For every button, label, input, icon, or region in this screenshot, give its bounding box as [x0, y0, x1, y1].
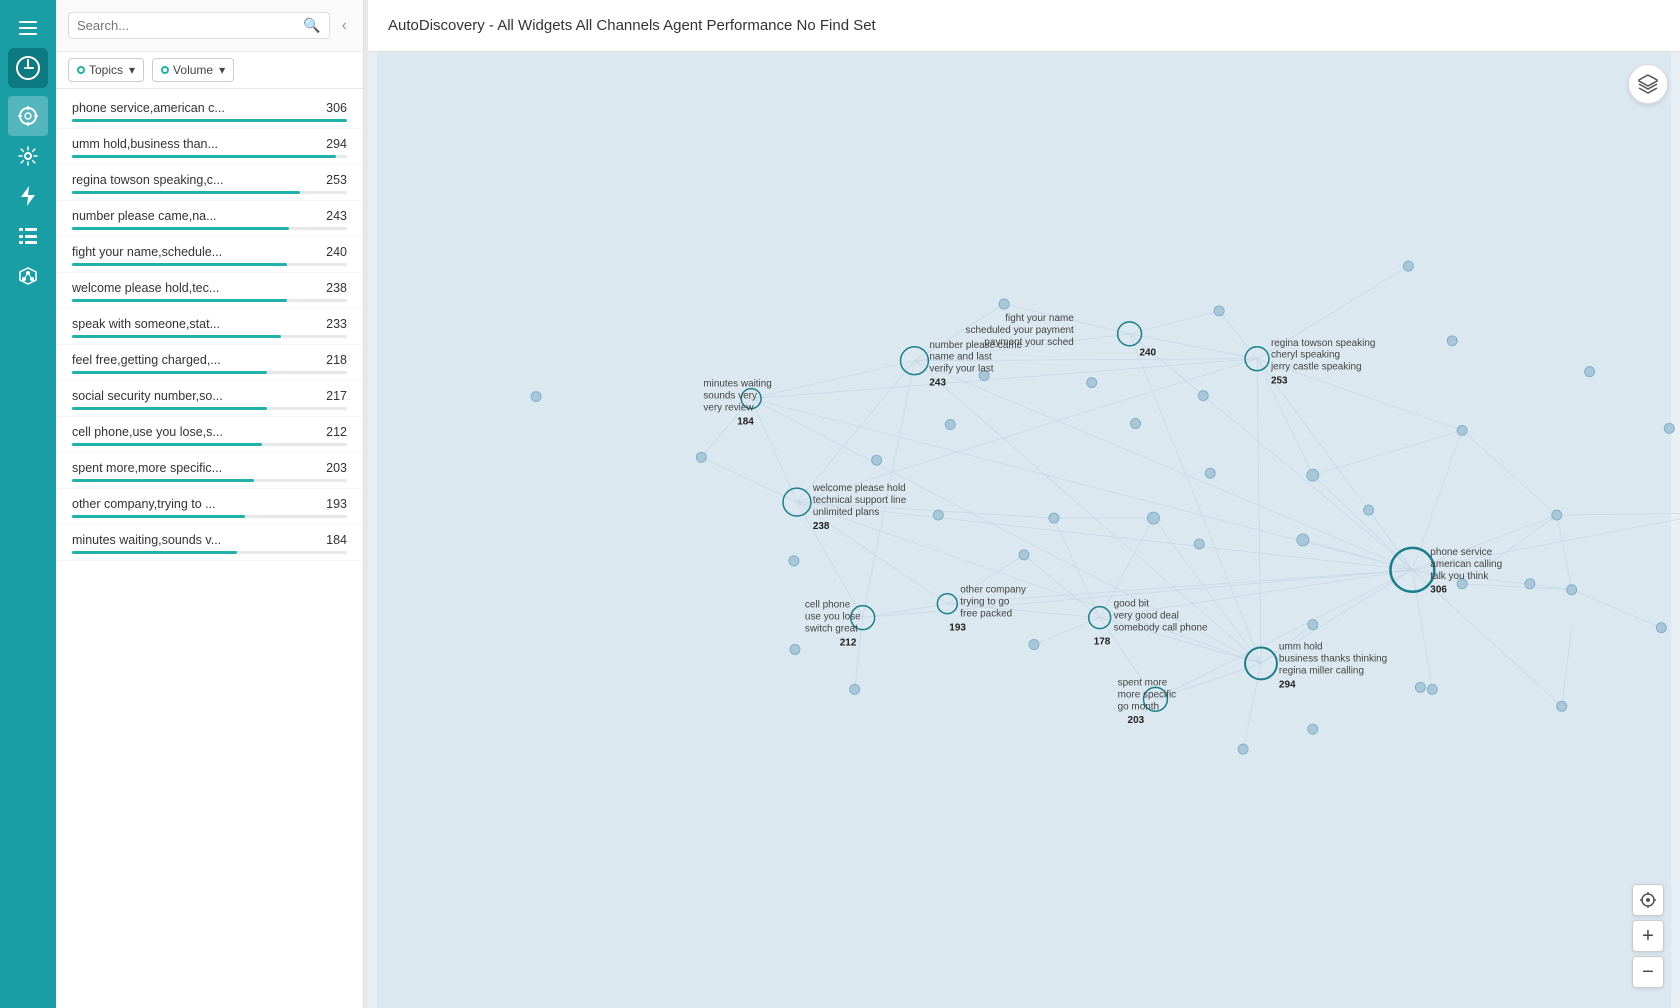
- topic-count: 203: [317, 461, 347, 475]
- topic-count: 233: [317, 317, 347, 331]
- topic-list-item[interactable]: cell phone,use you lose,s... 212: [56, 417, 363, 453]
- topic-bar: [72, 443, 262, 446]
- topic-list-item[interactable]: welcome please hold,tec... 238: [56, 273, 363, 309]
- filter-row: Topics ▾ Volume ▾: [56, 52, 363, 89]
- search-wrap[interactable]: 🔍: [68, 12, 330, 39]
- topic-list-item[interactable]: minutes waiting,sounds v... 184: [56, 525, 363, 561]
- topic-name: social security number,so...: [72, 389, 272, 403]
- topic-bar-bg: [72, 119, 347, 122]
- topic-count: 240: [317, 245, 347, 259]
- topic-list-item[interactable]: umm hold,business than... 294: [56, 129, 363, 165]
- topic-name: other company,trying to ...: [72, 497, 272, 511]
- search-input[interactable]: [77, 18, 303, 33]
- target-icon[interactable]: [8, 96, 48, 136]
- menu-icon[interactable]: [8, 8, 48, 48]
- topic-bar-bg: [72, 551, 347, 554]
- topic-bar-bg: [72, 515, 347, 518]
- topic-count: 212: [317, 425, 347, 439]
- app-logo[interactable]: [8, 48, 48, 88]
- topic-list-item[interactable]: regina towson speaking,c... 253: [56, 165, 363, 201]
- topic-bar-bg: [72, 371, 347, 374]
- map-controls: + −: [1632, 884, 1664, 988]
- nav-rail: [0, 0, 56, 1008]
- topic-bar: [72, 551, 237, 554]
- page-title: AutoDiscovery - All Widgets All Channels…: [368, 0, 1680, 52]
- topic-name: welcome please hold,tec...: [72, 281, 272, 295]
- sidebar-header: 🔍 ‹: [56, 0, 363, 52]
- network-graph: phone service american calling talk you …: [368, 52, 1680, 1008]
- topic-name: spent more,more specific...: [72, 461, 272, 475]
- topics-dot-icon: [77, 66, 85, 74]
- topics-filter[interactable]: Topics ▾: [68, 58, 144, 82]
- volume-filter-label: Volume: [173, 63, 213, 77]
- topic-bar: [72, 515, 245, 518]
- topic-bar: [72, 227, 289, 230]
- topic-count: 193: [317, 497, 347, 511]
- topic-count: 184: [317, 533, 347, 547]
- locate-button[interactable]: [1632, 884, 1664, 916]
- topic-bar-bg: [72, 335, 347, 338]
- topic-bar-bg: [72, 407, 347, 410]
- topic-name: number please came,na...: [72, 209, 272, 223]
- topic-bar-bg: [72, 299, 347, 302]
- topic-bar: [72, 407, 267, 410]
- topic-name: feel free,getting charged,...: [72, 353, 272, 367]
- topic-name: speak with someone,stat...: [72, 317, 272, 331]
- topic-name: minutes waiting,sounds v...: [72, 533, 272, 547]
- list-icon[interactable]: [8, 216, 48, 256]
- zoom-in-button[interactable]: +: [1632, 920, 1664, 952]
- topic-bar: [72, 299, 287, 302]
- topic-bar: [72, 191, 300, 194]
- topic-bar: [72, 371, 267, 374]
- topic-list-item[interactable]: social security number,so... 217: [56, 381, 363, 417]
- topic-bar-bg: [72, 191, 347, 194]
- topic-name: fight your name,schedule...: [72, 245, 272, 259]
- topic-bar-bg: [72, 155, 347, 158]
- topic-list-item[interactable]: feel free,getting charged,... 218: [56, 345, 363, 381]
- sidebar-panel: 🔍 ‹ Topics ▾ Volume ▾ phone service,amer…: [56, 0, 364, 1008]
- topic-bar-bg: [72, 443, 347, 446]
- topic-list-item[interactable]: spent more,more specific... 203: [56, 453, 363, 489]
- volume-filter[interactable]: Volume ▾: [152, 58, 234, 82]
- topic-list-item[interactable]: speak with someone,stat... 233: [56, 309, 363, 345]
- topic-count: 253: [317, 173, 347, 187]
- topic-list-item[interactable]: other company,trying to ... 193: [56, 489, 363, 525]
- topic-list-item[interactable]: number please came,na... 243: [56, 201, 363, 237]
- topic-name: cell phone,use you lose,s...: [72, 425, 272, 439]
- topic-count: 217: [317, 389, 347, 403]
- gear-icon[interactable]: [8, 136, 48, 176]
- topic-count: 218: [317, 353, 347, 367]
- lightning-icon[interactable]: [8, 176, 48, 216]
- search-icon[interactable]: 🔍: [303, 17, 320, 34]
- topic-list-item[interactable]: phone service,american c... 306: [56, 93, 363, 129]
- topic-bar-bg: [72, 479, 347, 482]
- volume-chevron-icon: ▾: [219, 63, 225, 77]
- topics-filter-label: Topics: [89, 63, 123, 77]
- topic-bar: [72, 335, 281, 338]
- main-content: AutoDiscovery - All Widgets All Channels…: [368, 0, 1680, 1008]
- page-title-text: AutoDiscovery - All Widgets All Channels…: [388, 17, 876, 34]
- topic-bar: [72, 263, 287, 266]
- layers-button[interactable]: [1628, 64, 1668, 104]
- topic-count: 294: [317, 137, 347, 151]
- topic-bar: [72, 155, 336, 158]
- topic-bar: [72, 479, 254, 482]
- topic-name: regina towson speaking,c...: [72, 173, 272, 187]
- volume-dot-icon: [161, 66, 169, 74]
- graph-area[interactable]: phone service american calling talk you …: [368, 52, 1680, 1008]
- topic-bar-bg: [72, 263, 347, 266]
- topic-bar: [72, 119, 347, 122]
- topic-count: 306: [317, 101, 347, 115]
- share-icon[interactable]: [8, 256, 48, 296]
- topic-list-item[interactable]: fight your name,schedule... 240: [56, 237, 363, 273]
- zoom-out-button[interactable]: −: [1632, 956, 1664, 988]
- topics-chevron-icon: ▾: [129, 63, 135, 77]
- topic-name: umm hold,business than...: [72, 137, 272, 151]
- topic-count: 243: [317, 209, 347, 223]
- topic-list: phone service,american c... 306 umm hold,b…: [56, 89, 363, 1008]
- topic-name: phone service,american c...: [72, 101, 272, 115]
- collapse-sidebar-button[interactable]: ‹: [338, 13, 351, 39]
- topic-bar-bg: [72, 227, 347, 230]
- topic-count: 238: [317, 281, 347, 295]
